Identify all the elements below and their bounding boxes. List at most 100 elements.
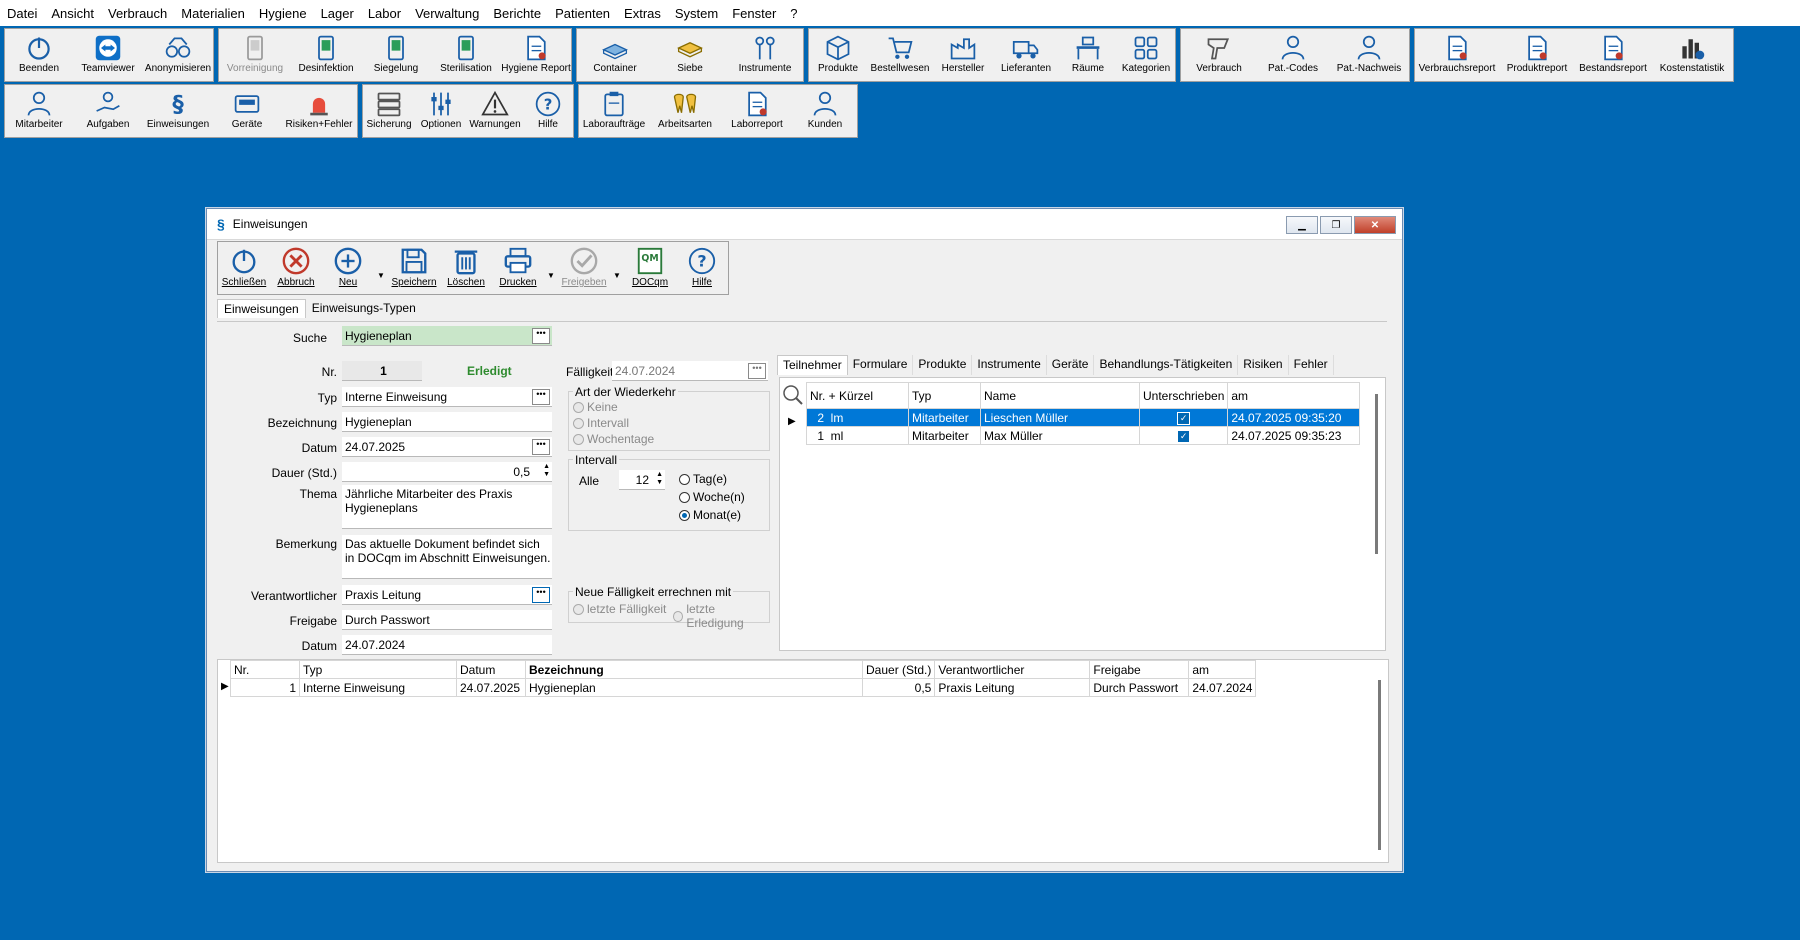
datum-field[interactable]: 24.07.2025 ••• (342, 437, 552, 457)
ribbon-button-aufgaben[interactable]: Aufgaben (73, 85, 143, 137)
thema-field[interactable]: Jährliche Mitarbeiter des Praxis Hygiene… (342, 485, 552, 529)
menu-item-7[interactable]: Verwaltung (408, 6, 486, 21)
column-header[interactable]: Name (980, 382, 1140, 409)
column-header[interactable]: Unterschrieben (1138, 382, 1229, 409)
ribbon-button-geräte[interactable]: Geräte (213, 85, 281, 137)
radio-monate[interactable]: Monat(e) (679, 508, 741, 522)
ribbon-button-vorreinigung[interactable]: Vorreinigung (219, 29, 291, 81)
radio-letzte-faelligkeit[interactable]: letzte Fälligkeit (573, 602, 666, 616)
faelligkeit-picker-button[interactable]: ••• (748, 363, 766, 379)
signed-checkbox[interactable]: ✓ (1177, 412, 1191, 425)
typ-field[interactable]: Interne Einweisung ••• (342, 387, 552, 407)
toolbar-freigeben-button[interactable]: Freigeben (558, 242, 610, 294)
menu-item-6[interactable]: Labor (361, 6, 408, 21)
toolbar-speichern-button[interactable]: Speichern (388, 242, 440, 294)
ribbon-button-pat-nachweis[interactable]: Pat.-Nachweis (1329, 29, 1409, 81)
menu-item-2[interactable]: Verbrauch (101, 6, 174, 21)
tab-produkte[interactable]: Produkte (913, 355, 973, 375)
radio-wochentage[interactable]: Wochentage (573, 432, 654, 446)
menu-item-11[interactable]: System (668, 6, 725, 21)
toolbar-hilfe-button[interactable]: ? Hilfe (676, 242, 728, 294)
menu-item-5[interactable]: Lager (314, 6, 361, 21)
ribbon-button-optionen[interactable]: Optionen (415, 85, 467, 137)
ribbon-button-desinfektion[interactable]: Desinfektion (291, 29, 361, 81)
ribbon-button-hilfe[interactable]: ? Hilfe (523, 85, 573, 137)
radio-intervall[interactable]: Intervall (573, 416, 629, 430)
scrollbar[interactable] (1375, 394, 1378, 554)
bemerkung-field[interactable]: Das aktuelle Dokument befindet sich in D… (342, 535, 552, 579)
tab-risiken[interactable]: Risiken (1238, 355, 1289, 375)
ribbon-button-produkte[interactable]: Produkte (809, 29, 867, 81)
dropdown-arrow-icon[interactable]: ▼ (544, 242, 558, 294)
maximize-button[interactable]: ❐ (1320, 216, 1352, 234)
ribbon-button-arbeitsarten[interactable]: Arbeitsarten (649, 85, 721, 137)
stepper-arrows-icon[interactable]: ▲ ▼ (543, 463, 550, 479)
ribbon-button-verbrauchsreport[interactable]: Verbrauchsreport (1415, 29, 1499, 81)
radio-tage[interactable]: Tag(e) (679, 472, 727, 486)
column-header[interactable]: Nr. (230, 660, 300, 679)
column-header[interactable]: am (1188, 660, 1257, 679)
tab-behandlungs-tätigkeiten[interactable]: Behandlungs-Tätigkeiten (1094, 355, 1239, 375)
typ-ellipsis-button[interactable]: ••• (532, 389, 550, 405)
dauer-stepper[interactable]: 0,5 ▲ ▼ (342, 462, 552, 482)
menu-item-13[interactable]: ? (783, 6, 804, 21)
menu-item-10[interactable]: Extras (617, 6, 668, 21)
column-header[interactable]: Typ (908, 382, 981, 409)
ribbon-button-pat-codes[interactable]: Pat.-Codes (1257, 29, 1329, 81)
ribbon-button-produktreport[interactable]: Produktreport (1499, 29, 1575, 81)
tab-einweisungen[interactable]: Einweisungen (217, 299, 306, 318)
tab-formulare[interactable]: Formulare (848, 355, 914, 375)
ribbon-button-kunden[interactable]: Kunden (793, 85, 857, 137)
datum-picker-button[interactable]: ••• (532, 439, 550, 455)
minimize-button[interactable]: ▁ (1286, 216, 1318, 234)
freigabe-datum-field[interactable]: 24.07.2024 (342, 635, 552, 655)
toolbar-neu-button[interactable]: Neu (322, 242, 374, 294)
radio-keine[interactable]: Keine (573, 400, 618, 414)
ribbon-button-sicherung[interactable]: Sicherung (363, 85, 415, 137)
column-header[interactable]: Nr. + Kürzel (806, 382, 909, 409)
ribbon-button-teamviewer[interactable]: Teamviewer (73, 29, 143, 81)
intervall-stepper[interactable]: 12 ▲ ▼ (619, 470, 665, 490)
toolbar-löschen-button[interactable]: Löschen (440, 242, 492, 294)
ribbon-button-instrumente[interactable]: Instrumente (727, 29, 803, 81)
menu-item-3[interactable]: Materialien (174, 6, 252, 21)
column-header[interactable]: Verantwortlicher (934, 660, 1091, 679)
table-row[interactable]: 1 Interne Einweisung 24.07.2025 Hygieneplan… (230, 678, 1257, 697)
column-header[interactable]: Typ (299, 660, 457, 679)
ribbon-button-mitarbeiter[interactable]: Mitarbeiter (5, 85, 73, 137)
menu-item-4[interactable]: Hygiene (252, 6, 314, 21)
column-header[interactable]: Freigabe (1089, 660, 1190, 679)
ribbon-button-hersteller[interactable]: Hersteller (933, 29, 993, 81)
ribbon-button-einweisungen[interactable]: § Einweisungen (143, 85, 213, 137)
table-row[interactable]: 2 lm Mitarbeiter Lieschen Müller ✓ 24.07.202… (806, 408, 1361, 427)
column-header[interactable]: am (1227, 382, 1361, 409)
ribbon-button-kostenstatistik[interactable]: Kostenstatistik (1651, 29, 1733, 81)
menu-item-12[interactable]: Fenster (725, 6, 783, 21)
column-header[interactable]: Bezeichnung (525, 660, 863, 679)
search-icon[interactable] (782, 384, 804, 406)
radio-wochen[interactable]: Woche(n) (679, 490, 745, 504)
toolbar-docqm-button[interactable]: QM DOCqm (624, 242, 676, 294)
ribbon-button-siebe[interactable]: Siebe (653, 29, 727, 81)
freigabe-field[interactable]: Durch Passwort (342, 610, 552, 630)
ribbon-button-lieferanten[interactable]: Lieferanten (993, 29, 1059, 81)
search-input[interactable]: Hygieneplan ••• (342, 326, 552, 346)
ribbon-button-bestandsreport[interactable]: Bestandsreport (1575, 29, 1651, 81)
toolbar-drucken-button[interactable]: Drucken (492, 242, 544, 294)
toolbar-schließen-button[interactable]: Schließen (218, 242, 270, 294)
bezeichnung-field[interactable]: Hygieneplan (342, 412, 552, 432)
menu-item-0[interactable]: Datei (0, 6, 44, 21)
ribbon-button-kategorien[interactable]: Kategorien (1117, 29, 1175, 81)
ribbon-button-verbrauch[interactable]: Verbrauch (1181, 29, 1257, 81)
ribbon-button-siegelung[interactable]: Siegelung (361, 29, 431, 81)
verantwortlicher-ellipsis-button[interactable]: ••• (532, 587, 550, 603)
ribbon-button-anonymisieren[interactable]: Anonymisieren (143, 29, 213, 81)
dropdown-arrow-icon[interactable]: ▼ (374, 242, 388, 294)
table-row[interactable]: 1 ml Mitarbeiter Max Müller ✓ 24.07.2025 09:… (806, 426, 1361, 445)
tab-teilnehmer[interactable]: Teilnehmer (777, 355, 848, 375)
ribbon-button-sterilisation[interactable]: Sterilisation (431, 29, 501, 81)
faelligkeit-field[interactable]: 24.07.2024 ••• (612, 361, 768, 381)
tab-einweisungs-typen[interactable]: Einweisungs-Typen (306, 299, 422, 318)
ribbon-button-hygiene-report[interactable]: Hygiene Report (501, 29, 571, 81)
ribbon-button-räume[interactable]: Räume (1059, 29, 1117, 81)
